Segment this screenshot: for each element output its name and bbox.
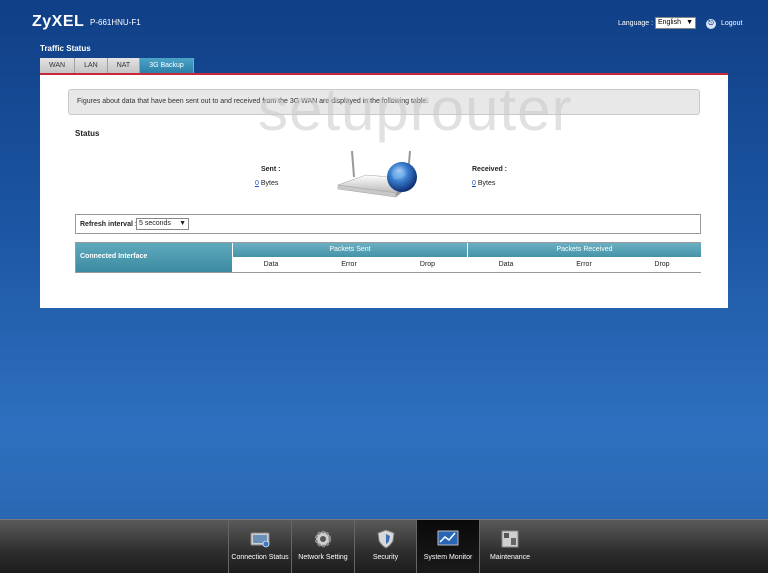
sent-drop-header: Drop bbox=[388, 257, 467, 272]
maintenance-icon bbox=[501, 530, 519, 548]
sent-error-header: Error bbox=[310, 257, 388, 272]
chevron-down-icon: ▼ bbox=[179, 220, 186, 227]
content-panel: Figures about data that have been sent o… bbox=[40, 75, 728, 308]
logout-icon[interactable]: ⎋ bbox=[706, 19, 716, 29]
refresh-value: 5 seconds bbox=[139, 220, 171, 227]
nav-maintenance[interactable]: Maintenance bbox=[480, 520, 540, 573]
watermark: setuprouter bbox=[258, 76, 573, 143]
monitor-chart-icon bbox=[437, 530, 459, 546]
sent-value-row: 0 Bytes bbox=[255, 180, 278, 187]
sent-unit: Bytes bbox=[260, 180, 279, 187]
tab-nat[interactable]: NAT bbox=[107, 58, 141, 73]
packets-sent-header: Packets Sent bbox=[232, 243, 467, 257]
router-globe-icon bbox=[337, 150, 417, 198]
nav-network-setting[interactable]: Network Setting bbox=[292, 520, 354, 573]
shield-icon bbox=[376, 529, 395, 549]
tab-bar: WAN LAN NAT 3G Backup bbox=[40, 58, 194, 73]
nav-security[interactable]: Security bbox=[355, 520, 416, 573]
received-drop-header: Drop bbox=[623, 257, 701, 272]
gear-icon bbox=[314, 530, 332, 548]
nav-system-monitor[interactable]: System Monitor bbox=[417, 520, 479, 573]
sent-data-header: Data bbox=[232, 257, 310, 272]
language-value: English bbox=[658, 19, 681, 26]
language-label: Language : bbox=[618, 20, 654, 27]
nav-label: Security bbox=[372, 554, 399, 561]
nav-label: Connection Status bbox=[231, 554, 289, 561]
connection-status-icon bbox=[250, 532, 270, 548]
logout-link[interactable]: Logout bbox=[721, 20, 742, 27]
chevron-down-icon: ▼ bbox=[686, 19, 693, 26]
packets-table: Connected Interface Packets Sent Packets… bbox=[75, 242, 701, 273]
refresh-box: Refresh interval : 5 seconds ▼ bbox=[75, 214, 701, 234]
tab-lan[interactable]: LAN bbox=[75, 58, 108, 73]
received-value-row: 0 Bytes bbox=[472, 180, 495, 187]
page-title: Traffic Status bbox=[40, 44, 91, 53]
nav-label: Network Setting bbox=[298, 554, 348, 561]
sent-value[interactable]: 0 bbox=[255, 180, 259, 187]
language-select[interactable]: English ▼ bbox=[655, 17, 696, 29]
packets-received-header: Packets Received bbox=[467, 243, 701, 257]
bottom-nav-bar: Connection Status Network Setting Securi… bbox=[0, 519, 768, 573]
refresh-interval-select[interactable]: 5 seconds ▼ bbox=[136, 218, 189, 230]
received-label: Received : bbox=[472, 166, 508, 173]
nav-label: System Monitor bbox=[423, 554, 473, 561]
model-name: P-661HNU-F1 bbox=[90, 18, 141, 27]
sent-label: Sent : bbox=[261, 166, 281, 173]
status-title: Status bbox=[75, 129, 100, 138]
nav-label: Maintenance bbox=[489, 554, 531, 561]
received-value[interactable]: 0 bbox=[472, 180, 476, 187]
nav-connection-status[interactable]: Connection Status bbox=[229, 520, 291, 573]
tab-wan[interactable]: WAN bbox=[40, 58, 76, 73]
refresh-label: Refresh interval : bbox=[80, 221, 138, 228]
connected-interface-header: Connected Interface bbox=[76, 243, 232, 272]
zyxel-logo: ZyXEL bbox=[32, 13, 85, 30]
tab-3g-backup[interactable]: 3G Backup bbox=[140, 58, 194, 73]
received-error-header: Error bbox=[545, 257, 623, 272]
received-unit: Bytes bbox=[477, 180, 496, 187]
received-data-header: Data bbox=[467, 257, 545, 272]
top-bar: ZyXEL P-661HNU-F1 Language : English ▼ ⎋… bbox=[0, 0, 768, 40]
